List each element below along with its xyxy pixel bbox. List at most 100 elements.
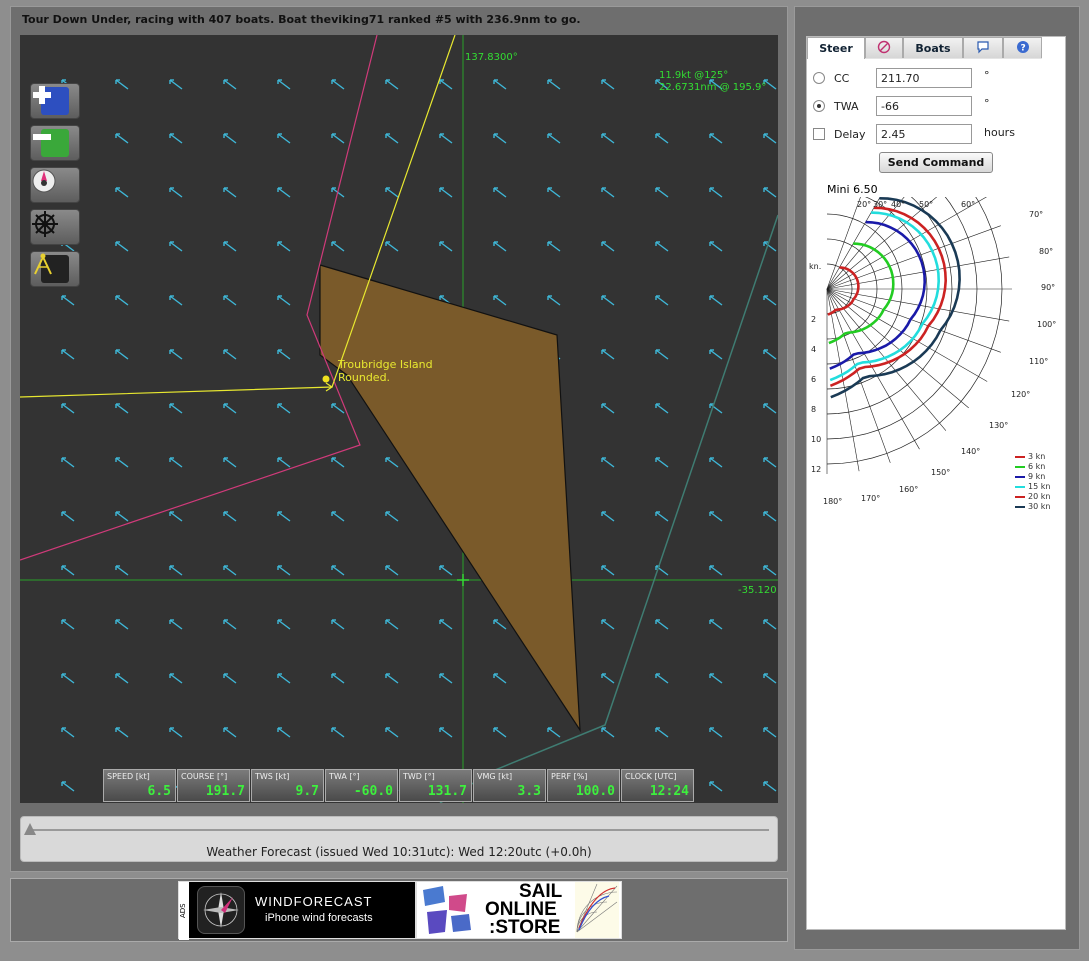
wind-arrow-icon — [169, 187, 183, 198]
instrument-label: TWS [kt] — [255, 772, 290, 781]
tab-boats[interactable]: Boats — [903, 37, 963, 58]
wind-arrow-icon — [601, 511, 615, 522]
delay-checkbox[interactable] — [813, 128, 825, 140]
wind-arrow-icon — [709, 619, 723, 630]
sail-online-store-ad[interactable]: SAIL ONLINE :STORE — [416, 881, 622, 939]
twa-unit: ° — [984, 97, 990, 110]
wind-arrow-icon — [331, 133, 345, 144]
wind-arrow-icon — [439, 727, 453, 738]
twa-input[interactable] — [876, 96, 972, 116]
instrument-label: TWD [°] — [403, 772, 435, 781]
wind-arrow-icon — [223, 295, 237, 306]
wind-arrow-icon — [169, 295, 183, 306]
instrument-label: COURSE [°] — [181, 772, 228, 781]
wind-arrow-icon — [547, 727, 561, 738]
zoom-out-button[interactable] — [30, 125, 80, 161]
wind-arrow-icon — [709, 187, 723, 198]
wind-arrow-icon — [763, 457, 777, 468]
wind-arrow-icon — [223, 457, 237, 468]
wind-arrow-icon — [223, 133, 237, 144]
wind-arrow-icon — [331, 619, 345, 630]
wind-arrow-icon — [655, 133, 669, 144]
twa-radio[interactable] — [813, 100, 825, 112]
polar-angle-tick: 80° — [1039, 247, 1053, 256]
wind-arrow-icon — [223, 241, 237, 252]
wind-arrow-icon — [493, 619, 507, 630]
forecast-slider-thumb[interactable] — [24, 823, 36, 835]
zoom-in-button[interactable] — [30, 83, 80, 119]
longitude-label: 137.8300° — [465, 52, 518, 63]
tab-help[interactable]: ? — [1003, 37, 1042, 58]
legend-item: 15 kn — [1015, 482, 1050, 491]
legend-label: 30 kn — [1028, 502, 1051, 511]
wind-arrow-icon — [115, 403, 129, 414]
wind-arrow-icon — [493, 187, 507, 198]
wind-arrow-icon — [61, 565, 75, 576]
map-canvas[interactable]: Troubridge Island Rounded. 137.8300° -35… — [20, 35, 778, 803]
wind-arrow-icon — [277, 133, 291, 144]
wind-arrow-icon — [763, 619, 777, 630]
wind-arrow-icon — [115, 727, 129, 738]
wind-arrow-icon — [61, 727, 75, 738]
legend-item: 9 kn — [1015, 472, 1045, 481]
wind-arrow-icon — [655, 403, 669, 414]
instrument-label: VMG [kt] — [477, 772, 513, 781]
wind-arrow-icon — [385, 457, 399, 468]
wind-arrow-icon — [223, 727, 237, 738]
legend-item: 3 kn — [1015, 452, 1045, 461]
polar-angle-tick: 170° — [861, 494, 880, 503]
wind-arrow-icon — [493, 673, 507, 684]
cc-input[interactable] — [876, 68, 972, 88]
wind-arrow-icon — [601, 349, 615, 360]
windforecast-ad[interactable]: ADS WINDFORECAST iPhone wind forecasts — [178, 881, 416, 940]
polar-angle-tick: 100° — [1037, 320, 1056, 329]
wind-arrow-icon — [61, 511, 75, 522]
wind-arrow-icon — [115, 79, 129, 90]
delay-input[interactable] — [876, 124, 972, 144]
forecast-slider-track[interactable] — [29, 829, 769, 831]
wind-arrow-icon — [277, 619, 291, 630]
wind-arrow-icon — [601, 457, 615, 468]
wind-arrow-icon — [223, 565, 237, 576]
wind-arrow-icon — [709, 673, 723, 684]
wind-arrow-icon — [709, 349, 723, 360]
tab-steer[interactable]: Steer — [807, 37, 865, 59]
wind-arrow-icon — [277, 511, 291, 522]
wind-arrow-icon — [763, 673, 777, 684]
wind-arrow-icon — [709, 295, 723, 306]
race-map[interactable]: Troubridge Island Rounded. 137.8300° -35… — [20, 35, 778, 803]
wind-arrow-icon — [547, 295, 561, 306]
wind-arrow-icon — [385, 241, 399, 252]
wind-arrow-icon — [115, 349, 129, 360]
cc-radio[interactable] — [813, 72, 825, 84]
wind-arrow-icon — [439, 79, 453, 90]
wind-arrow-icon — [61, 349, 75, 360]
no-go-icon — [877, 40, 891, 57]
wind-arrow-icon — [331, 241, 345, 252]
wind-arrow-icon — [385, 133, 399, 144]
measure-button[interactable] — [30, 251, 80, 287]
legend-swatch — [1015, 485, 1025, 488]
center-boat-button[interactable] — [30, 167, 80, 203]
tab-chat[interactable] — [963, 37, 1003, 58]
legend-label: 20 kn — [1028, 492, 1051, 501]
instrument-value: 3.3 — [517, 784, 541, 799]
instrument-value: 12:24 — [649, 784, 689, 799]
instrument-7: CLOCK [UTC] 12:24 — [621, 769, 694, 802]
tab-compass[interactable] — [865, 37, 903, 58]
wind-arrow-icon — [547, 187, 561, 198]
twa-label: TWA — [834, 100, 859, 113]
steer-wheel-button[interactable] — [30, 209, 80, 245]
wind-arrow-icon — [493, 727, 507, 738]
instrument-4: TWD [°] 131.7 — [399, 769, 472, 802]
wind-arrow-icon — [385, 727, 399, 738]
wind-arrow-icon — [655, 457, 669, 468]
wind-arrow-icon — [655, 673, 669, 684]
wind-arrow-icon — [439, 565, 453, 576]
wind-arrow-icon — [655, 241, 669, 252]
send-command-button[interactable]: Send Command — [879, 152, 993, 173]
instrument-label: SPEED [kt] — [107, 772, 150, 781]
zoom-in-icon — [33, 86, 69, 115]
wind-arrow-icon — [277, 241, 291, 252]
polar-speed-tick: 10 — [811, 435, 821, 444]
